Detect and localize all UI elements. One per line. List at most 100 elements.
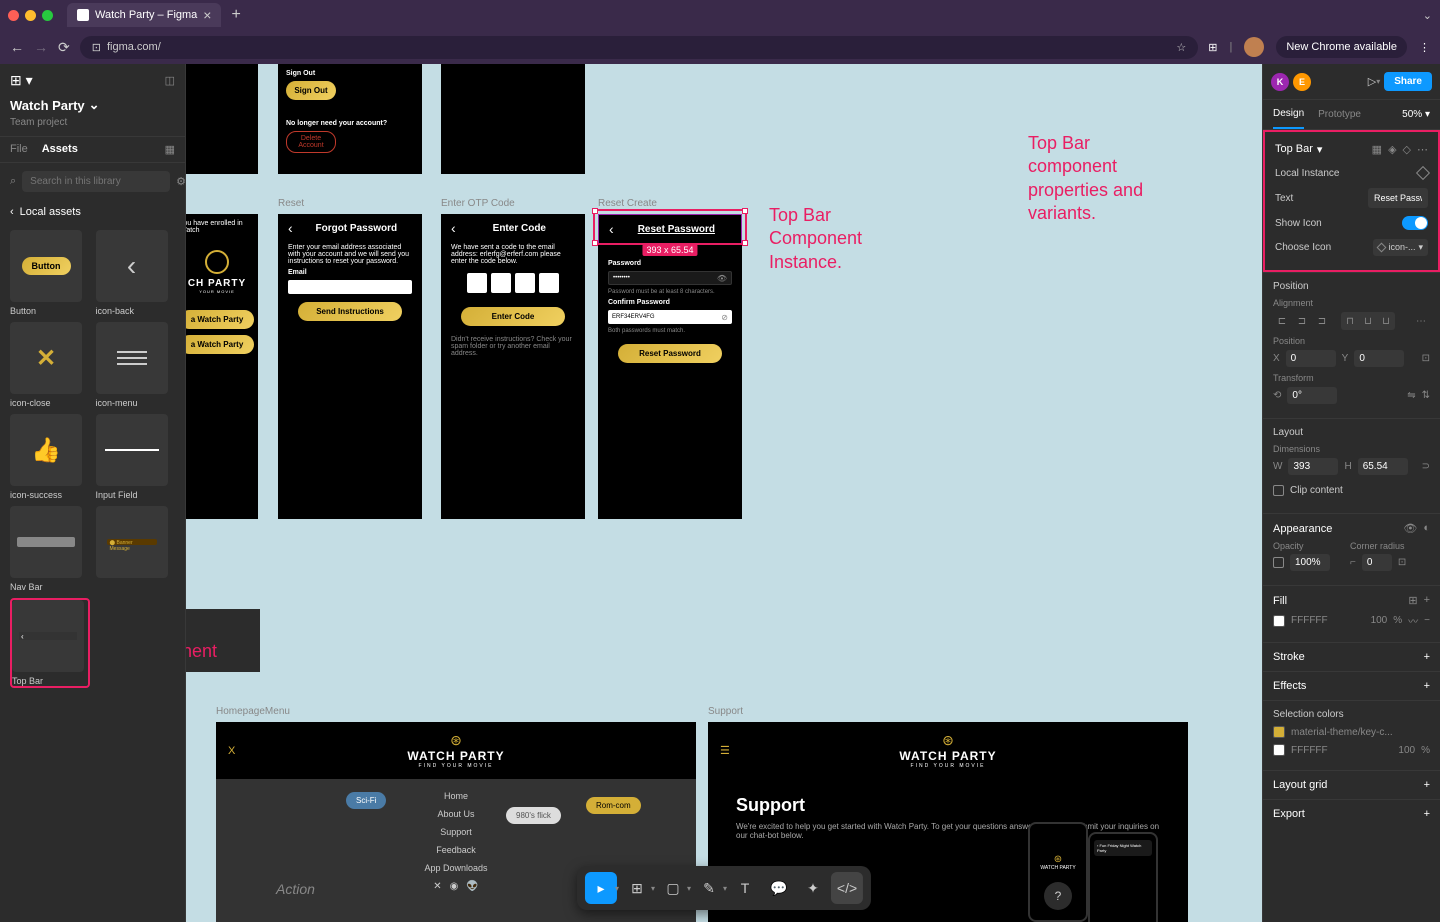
search-input[interactable] bbox=[22, 171, 170, 192]
profile-avatar[interactable] bbox=[1244, 37, 1264, 57]
shape-tool[interactable]: ▢ bbox=[657, 872, 689, 904]
asset-nav-bar-2[interactable]: ⬤ Banner Message bbox=[96, 506, 176, 592]
component-name[interactable]: Top Bar ▾ bbox=[1275, 143, 1322, 156]
dev-mode-tool[interactable]: </> bbox=[831, 872, 863, 904]
asset-icon-success[interactable]: 👍 icon-success bbox=[10, 414, 90, 500]
library-icon[interactable]: ▦ bbox=[165, 143, 175, 156]
back-button[interactable]: ← bbox=[10, 39, 24, 55]
flip-h-icon[interactable]: ⇋ bbox=[1407, 390, 1415, 401]
asset-nav-bar[interactable]: Nav Bar bbox=[10, 506, 90, 592]
asset-icon-close[interactable]: ✕ icon-close bbox=[10, 322, 90, 408]
rotation-input[interactable] bbox=[1287, 387, 1337, 404]
artboard-enrolled[interactable]: you have enrolled in Watch CH PARTY YOUR… bbox=[186, 214, 258, 519]
grid-icon[interactable]: ▦ bbox=[1372, 143, 1382, 156]
close-tab-icon[interactable]: × bbox=[203, 7, 211, 23]
detach-icon[interactable]: ◇ bbox=[1403, 143, 1411, 156]
add-fill-icon[interactable]: + bbox=[1424, 594, 1430, 607]
text-prop-input[interactable] bbox=[1368, 188, 1428, 208]
actions-tool[interactable]: ✦ bbox=[797, 872, 829, 904]
site-info-icon[interactable]: ⊡ bbox=[92, 41, 101, 54]
instance-diamond-icon[interactable] bbox=[1416, 166, 1430, 180]
align-top[interactable]: ⊓ bbox=[1341, 312, 1359, 330]
tab-prototype[interactable]: Prototype bbox=[1318, 101, 1361, 128]
artboard-blank[interactable] bbox=[441, 64, 585, 174]
add-effect-icon[interactable]: + bbox=[1424, 680, 1430, 692]
pen-tool[interactable]: ✎ bbox=[693, 872, 725, 904]
remove-fill-icon[interactable]: − bbox=[1424, 615, 1430, 626]
local-assets-header[interactable]: ‹ Local assets bbox=[0, 200, 185, 224]
collaborator-e[interactable]: E bbox=[1293, 73, 1311, 91]
help-button[interactable]: ? bbox=[1044, 882, 1072, 910]
align-center-h[interactable]: ⊐ bbox=[1293, 312, 1311, 330]
artboard-otp[interactable]: Enter OTP Code ‹ Enter Code We have sent… bbox=[441, 214, 585, 519]
abs-position-icon[interactable]: ⊡ bbox=[1422, 353, 1430, 364]
lock-aspect-icon[interactable]: ⊃ bbox=[1422, 461, 1430, 472]
clip-content-checkbox[interactable] bbox=[1273, 485, 1284, 496]
search-settings-icon[interactable]: ⚙ bbox=[176, 175, 186, 188]
text-tool[interactable]: T bbox=[729, 872, 761, 904]
artboard-reset[interactable]: Reset ‹ Forgot Password Enter your email… bbox=[278, 214, 422, 519]
move-tool[interactable]: ▸ bbox=[585, 872, 617, 904]
browser-tab[interactable]: Watch Party – Figma × bbox=[67, 3, 221, 27]
add-stroke-icon[interactable]: + bbox=[1424, 651, 1430, 663]
align-right[interactable]: ⊐ bbox=[1313, 312, 1331, 330]
artboard-settings[interactable]: Sign Out Sign Out No longer need your ac… bbox=[278, 64, 422, 174]
share-button[interactable]: Share bbox=[1384, 72, 1432, 91]
radius-input[interactable] bbox=[1362, 554, 1392, 571]
width-input[interactable] bbox=[1288, 458, 1338, 475]
panel-toggle-icon[interactable]: ◫ bbox=[165, 74, 175, 87]
y-input[interactable] bbox=[1354, 350, 1404, 367]
more-icon[interactable]: ⋯ bbox=[1417, 143, 1428, 156]
tab-dropdown-icon[interactable]: ⌄ bbox=[1423, 9, 1432, 22]
choose-icon-dropdown[interactable]: icon-... ▾ bbox=[1373, 239, 1428, 256]
canvas[interactable]: Top Bar Component Top Bar Component Inst… bbox=[186, 64, 1262, 922]
add-export-icon[interactable]: + bbox=[1424, 808, 1430, 820]
project-title[interactable]: Watch Party ⌄ bbox=[0, 97, 185, 117]
zoom-control[interactable]: 50% ▾ bbox=[1402, 109, 1430, 120]
align-middle[interactable]: ⊔ bbox=[1359, 312, 1377, 330]
theme-color-swatch[interactable] bbox=[1273, 726, 1285, 738]
blend-icon[interactable]: ◐ bbox=[1423, 522, 1430, 535]
fill-blend-icon[interactable]: 〰 bbox=[1408, 613, 1418, 628]
topbar-instance-selected[interactable]: ‹ Reset Password 393 x 65.54 bbox=[598, 214, 742, 244]
browser-menu-icon[interactable]: ⋮ bbox=[1419, 41, 1430, 54]
styles-icon[interactable]: ⊞ bbox=[1408, 594, 1417, 607]
align-bottom[interactable]: ⊔ bbox=[1377, 312, 1395, 330]
height-input[interactable] bbox=[1358, 458, 1408, 475]
flip-v-icon[interactable]: ⇅ bbox=[1422, 390, 1430, 401]
figma-menu-button[interactable]: ⊞ ▾ bbox=[10, 72, 33, 89]
align-left[interactable]: ⊏ bbox=[1273, 312, 1291, 330]
address-bar[interactable]: ⊡ figma.com/ ☆ bbox=[80, 36, 1199, 59]
more-align[interactable]: ⋯ bbox=[1412, 312, 1430, 330]
tab-file[interactable]: File bbox=[10, 143, 28, 156]
add-grid-icon[interactable]: + bbox=[1424, 779, 1430, 791]
chrome-update-button[interactable]: New Chrome available bbox=[1276, 36, 1407, 58]
show-icon-toggle[interactable] bbox=[1402, 216, 1428, 230]
forward-button[interactable]: → bbox=[34, 39, 48, 55]
individual-corners-icon[interactable]: ⊡ bbox=[1398, 557, 1406, 568]
asset-icon-menu[interactable]: icon-menu bbox=[96, 322, 176, 408]
fill-color-swatch[interactable] bbox=[1273, 615, 1285, 627]
tab-design[interactable]: Design bbox=[1273, 100, 1304, 129]
asset-icon-back[interactable]: ‹ icon-back bbox=[96, 230, 176, 316]
tab-assets[interactable]: Assets bbox=[42, 143, 78, 156]
bookmark-icon[interactable]: ☆ bbox=[1176, 41, 1186, 54]
x-input[interactable] bbox=[1286, 350, 1336, 367]
artboard-reset-create[interactable]: Reset Create ‹ Reset Password 393 x 65.5… bbox=[598, 214, 742, 519]
maximize-window-icon[interactable] bbox=[42, 10, 53, 21]
close-window-icon[interactable] bbox=[8, 10, 19, 21]
collaborator-k[interactable]: K bbox=[1271, 73, 1289, 91]
window-controls[interactable] bbox=[8, 10, 53, 21]
selection-color-swatch[interactable] bbox=[1273, 744, 1285, 756]
opacity-input[interactable] bbox=[1290, 554, 1330, 571]
reload-button[interactable]: ⟳ bbox=[58, 39, 70, 56]
asset-button[interactable]: Button Button bbox=[10, 230, 90, 316]
swap-icon[interactable]: ◈ bbox=[1388, 143, 1396, 156]
minimize-window-icon[interactable] bbox=[25, 10, 36, 21]
visibility-icon[interactable]: 👁 bbox=[1403, 522, 1417, 535]
asset-top-bar[interactable]: Top Bar bbox=[10, 598, 90, 688]
frame-tool[interactable]: ⊞ bbox=[621, 872, 653, 904]
asset-input-field[interactable]: Input Field bbox=[96, 414, 176, 500]
extensions-icon[interactable]: ⊞ bbox=[1208, 41, 1217, 54]
new-tab-button[interactable]: + bbox=[231, 6, 240, 24]
